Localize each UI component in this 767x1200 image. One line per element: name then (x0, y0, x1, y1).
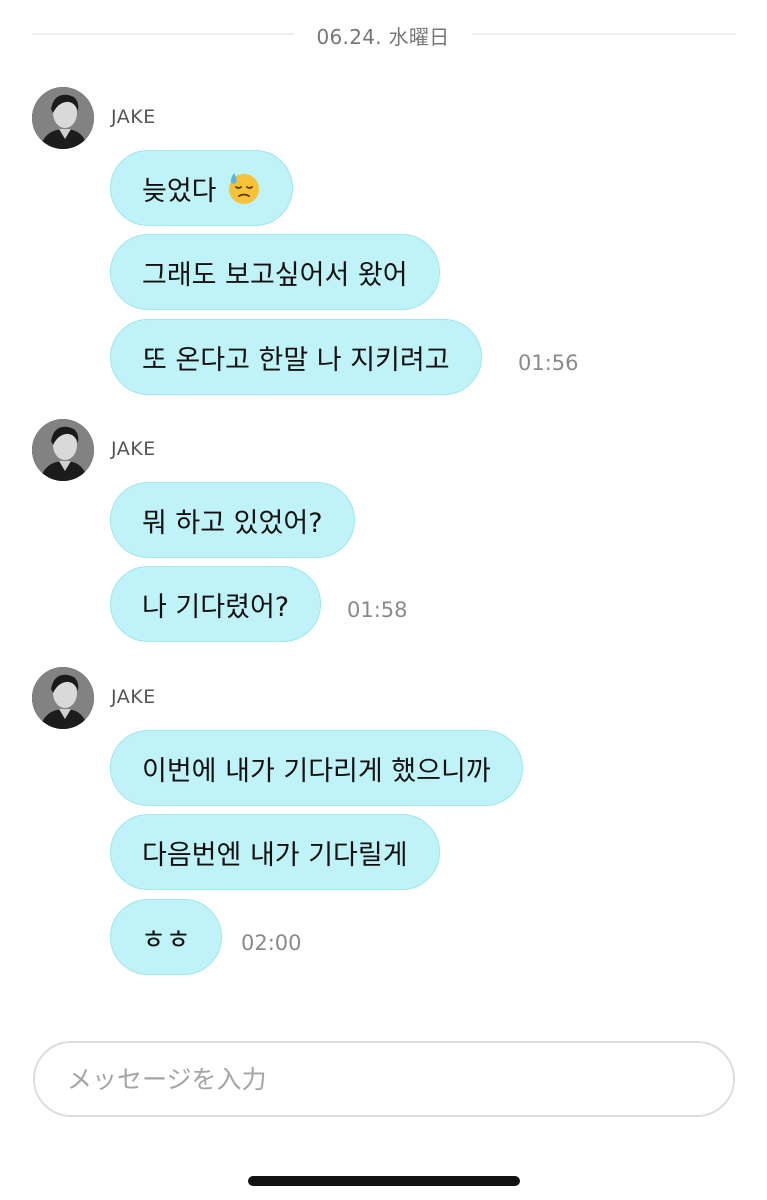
avatar-photo-icon (32, 667, 94, 729)
message-time: 01:58 (347, 598, 408, 622)
avatar-photo-icon (32, 419, 94, 481)
message-bubble[interactable]: 이번에 내가 기다리게 했으니까 (110, 730, 523, 806)
message-bubble[interactable]: 나 기다렸어? (110, 566, 322, 642)
message-bubble[interactable]: 다음번엔 내가 기다릴게 (110, 814, 440, 890)
message-bubble[interactable]: 늦었다 (110, 150, 293, 226)
message-text: 다음번엔 내가 기다릴게 (142, 839, 408, 871)
sender-name: JAKE (111, 438, 156, 460)
date-label: 06.24. 水曜日 (316, 25, 450, 49)
message-bubble[interactable]: ㅎㅎ (110, 899, 222, 975)
message-bubble[interactable]: 또 온다고 한말 나 지키려고 (110, 319, 482, 395)
message-composer[interactable] (33, 1041, 735, 1117)
avatar[interactable] (32, 419, 94, 481)
home-indicator[interactable] (248, 1176, 520, 1186)
avatar[interactable] (32, 667, 94, 729)
message-time: 01:56 (518, 351, 579, 375)
message-bubble[interactable]: 뭐 하고 있었어? (110, 482, 355, 558)
message-text: 뭐 하고 있었어? (142, 507, 323, 539)
sweat-face-emoji-icon (228, 173, 259, 204)
message-bubble[interactable]: 그래도 보고싶어서 왔어 (110, 234, 440, 310)
date-separator: 06.24. 水曜日 (32, 18, 736, 50)
message-input[interactable] (65, 1063, 703, 1095)
message-text: 이번에 내가 기다리게 했으니까 (142, 755, 491, 787)
message-text: 그래도 보고싶어서 왔어 (142, 259, 408, 291)
divider-line (32, 33, 294, 35)
avatar[interactable] (32, 87, 94, 149)
message-text: ㅎㅎ (141, 924, 191, 956)
message-text: 나 기다렸어? (142, 591, 290, 623)
avatar-photo-icon (32, 87, 94, 149)
sender-name: JAKE (111, 686, 156, 708)
divider-line (472, 33, 736, 35)
message-time: 02:00 (241, 931, 302, 955)
sender-name: JAKE (111, 106, 156, 128)
message-text: 늦었다 (142, 175, 217, 207)
message-text: 또 온다고 한말 나 지키려고 (142, 344, 450, 376)
